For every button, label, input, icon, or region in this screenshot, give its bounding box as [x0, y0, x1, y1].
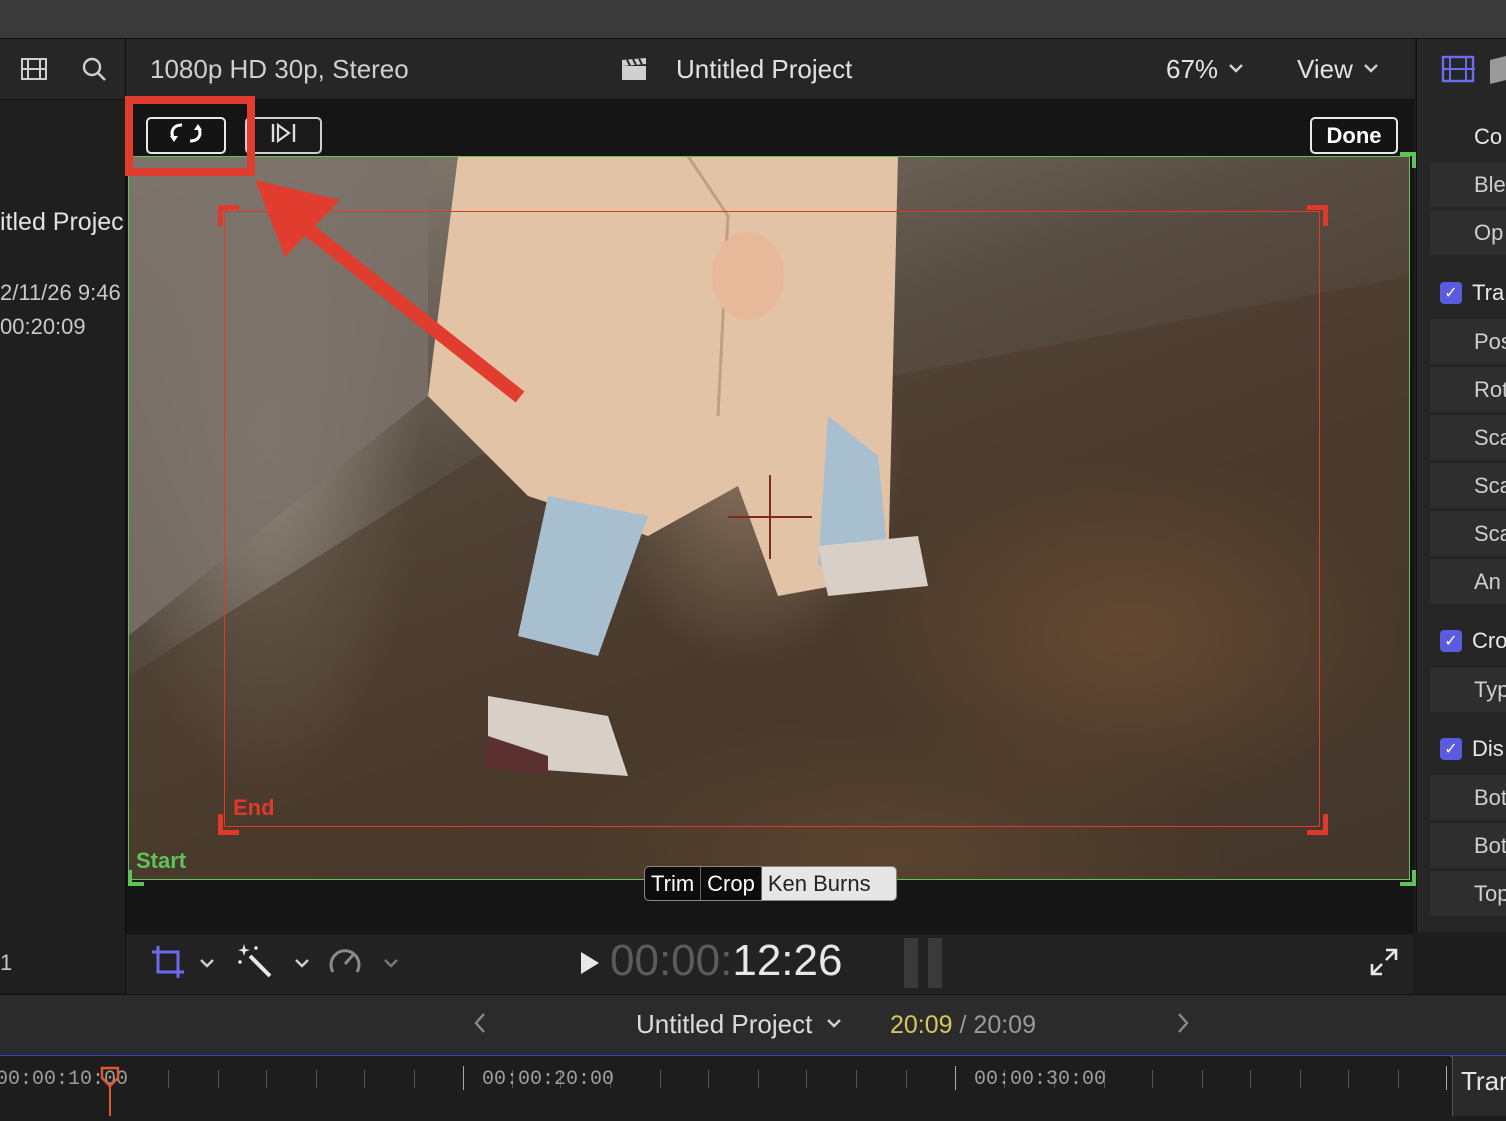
chevron-down-icon — [826, 1016, 842, 1034]
chevron-down-icon[interactable] — [383, 956, 399, 974]
timeline-ruler[interactable] — [0, 1056, 1450, 1116]
timecode-dim: 00:00: — [610, 936, 733, 985]
transitions-label: Tran — [1461, 1066, 1506, 1096]
end-handle-tr[interactable] — [1307, 205, 1328, 226]
row-label: Ble — [1474, 171, 1506, 197]
view-label: View — [1297, 54, 1353, 84]
inspector-row-scale-all[interactable]: Sca — [1430, 414, 1506, 460]
duration-separator: / — [959, 1011, 967, 1039]
inspector-row-blend[interactable]: Ble — [1430, 161, 1506, 207]
row-label: An — [1474, 568, 1501, 594]
browser-panel — [0, 39, 126, 993]
inspector-row-rotation[interactable]: Rot — [1430, 366, 1506, 412]
chevron-down-icon — [1363, 61, 1379, 79]
magic-wand-icon[interactable] — [236, 942, 274, 980]
clapper-icon — [620, 56, 648, 82]
section-label: Cro — [1472, 628, 1506, 653]
inspector-row-top-right[interactable]: Top — [1430, 870, 1506, 916]
viewer-project-title: Untitled Project — [676, 54, 853, 84]
row-label: Sca — [1474, 472, 1506, 498]
clip-name[interactable]: itled Projec — [0, 208, 124, 237]
done-button[interactable]: Done — [1310, 117, 1398, 154]
end-handle-br[interactable] — [1307, 814, 1328, 835]
inspector-row-opacity[interactable]: Op — [1430, 209, 1506, 255]
zoom-dropdown[interactable]: 67% — [1166, 54, 1244, 85]
inspector-row-scale-x[interactable]: Sca — [1430, 462, 1506, 508]
end-label: End — [233, 795, 275, 820]
search-icon[interactable] — [80, 55, 108, 83]
row-label: Bot — [1474, 784, 1506, 810]
row-label: Pos — [1474, 328, 1506, 354]
play-to-end-icon — [269, 122, 299, 149]
checkbox-checked-icon[interactable]: ✓ — [1440, 282, 1462, 304]
fullscreen-icon[interactable] — [1368, 946, 1400, 978]
zoom-value: 67% — [1166, 54, 1219, 84]
current-duration: 20:09 — [890, 1011, 953, 1039]
chevron-right-icon[interactable] — [1175, 1012, 1191, 1039]
start-label: Start — [136, 848, 187, 873]
clip-date: 2/11/26 9:46 — [0, 280, 121, 305]
timeline-project-title: Untitled Project — [636, 1009, 813, 1039]
play-start-to-end-button[interactable] — [245, 117, 322, 154]
speed-gauge-icon[interactable] — [327, 944, 363, 980]
row-label: Rot — [1474, 376, 1506, 402]
chevron-down-icon[interactable] — [199, 956, 215, 974]
video-inspector-icon[interactable] — [1441, 54, 1475, 84]
inspector-section-crop[interactable]: ✓ Cro — [1430, 616, 1506, 666]
row-label: Top — [1474, 880, 1506, 906]
timecode-display[interactable]: 00:00:12:26 — [610, 936, 842, 986]
row-label: Bot — [1474, 832, 1506, 858]
play-icon[interactable] — [578, 950, 602, 976]
row-label: Typ — [1474, 676, 1506, 702]
format-label[interactable]: 1080p HD 30p, Stereo — [150, 54, 409, 85]
highlight-box — [125, 96, 255, 176]
mode-trim[interactable]: Trim — [645, 867, 702, 900]
inspector-row-bottom-left[interactable]: Bot — [1430, 774, 1506, 820]
chevron-down-icon[interactable] — [294, 956, 310, 974]
timeline-duration: 20:09 / 20:09 — [890, 1011, 1036, 1040]
start-handle-tr[interactable] — [1400, 152, 1416, 168]
view-dropdown[interactable]: View — [1297, 54, 1379, 85]
chevron-left-icon[interactable] — [472, 1012, 488, 1039]
checkbox-checked-icon[interactable]: ✓ — [1440, 738, 1462, 760]
checkbox-checked-icon[interactable]: ✓ — [1440, 630, 1462, 652]
transform-mode-segmented[interactable]: Trim Crop Ken Burns — [644, 866, 897, 901]
inspector-row-scale-y[interactable]: Sca — [1430, 510, 1506, 556]
selection-count: 1 — [0, 950, 13, 975]
total-duration: 20:09 — [973, 1011, 1036, 1039]
inspector-row-bottom-right[interactable]: Bot — [1430, 822, 1506, 868]
inspector-row-type[interactable]: Typ — [1430, 666, 1506, 712]
transitions-browser-tab[interactable]: Tran — [1452, 1056, 1506, 1116]
section-label: Tra — [1472, 280, 1505, 305]
start-handle-br[interactable] — [1400, 870, 1416, 886]
ruler-label-30s: 00:00:30:00 — [974, 1068, 1107, 1091]
inspector-row-position[interactable]: Pos — [1430, 318, 1506, 364]
inspector-section-transform[interactable]: ✓ Tra — [1430, 268, 1506, 318]
crop-tool-icon[interactable] — [150, 944, 186, 980]
playhead[interactable] — [100, 1066, 120, 1116]
mode-ken-burns[interactable]: Ken Burns — [762, 867, 877, 900]
inspector-section-distort[interactable]: ✓ Dis — [1430, 724, 1506, 774]
clip-duration: 00:20:09 — [0, 314, 86, 339]
row-label: Sca — [1474, 424, 1506, 450]
window-title-strip — [0, 0, 1506, 39]
chevron-down-icon — [1228, 61, 1244, 79]
timecode-current: 12:26 — [732, 936, 843, 985]
inspector-section-compositing[interactable]: Co — [1430, 112, 1506, 162]
row-label: Sca — [1474, 520, 1506, 546]
ruler-label-20s: 00:00:20:00 — [482, 1068, 615, 1091]
section-label: Dis — [1472, 736, 1504, 761]
filmstrip-icon[interactable] — [20, 55, 48, 83]
audio-meter — [902, 938, 946, 988]
pointer-arrow — [250, 175, 530, 405]
audio-inspector-icon[interactable] — [1490, 56, 1506, 84]
center-crosshair[interactable] — [728, 475, 812, 559]
end-handle-tl[interactable] — [218, 205, 239, 226]
mode-crop[interactable]: Crop — [701, 867, 762, 900]
section-label: Co — [1474, 124, 1503, 149]
inspector-row-anchor[interactable]: An — [1430, 558, 1506, 604]
timeline-project-dropdown[interactable]: Untitled Project — [636, 1009, 842, 1040]
row-label: Op — [1474, 219, 1504, 245]
